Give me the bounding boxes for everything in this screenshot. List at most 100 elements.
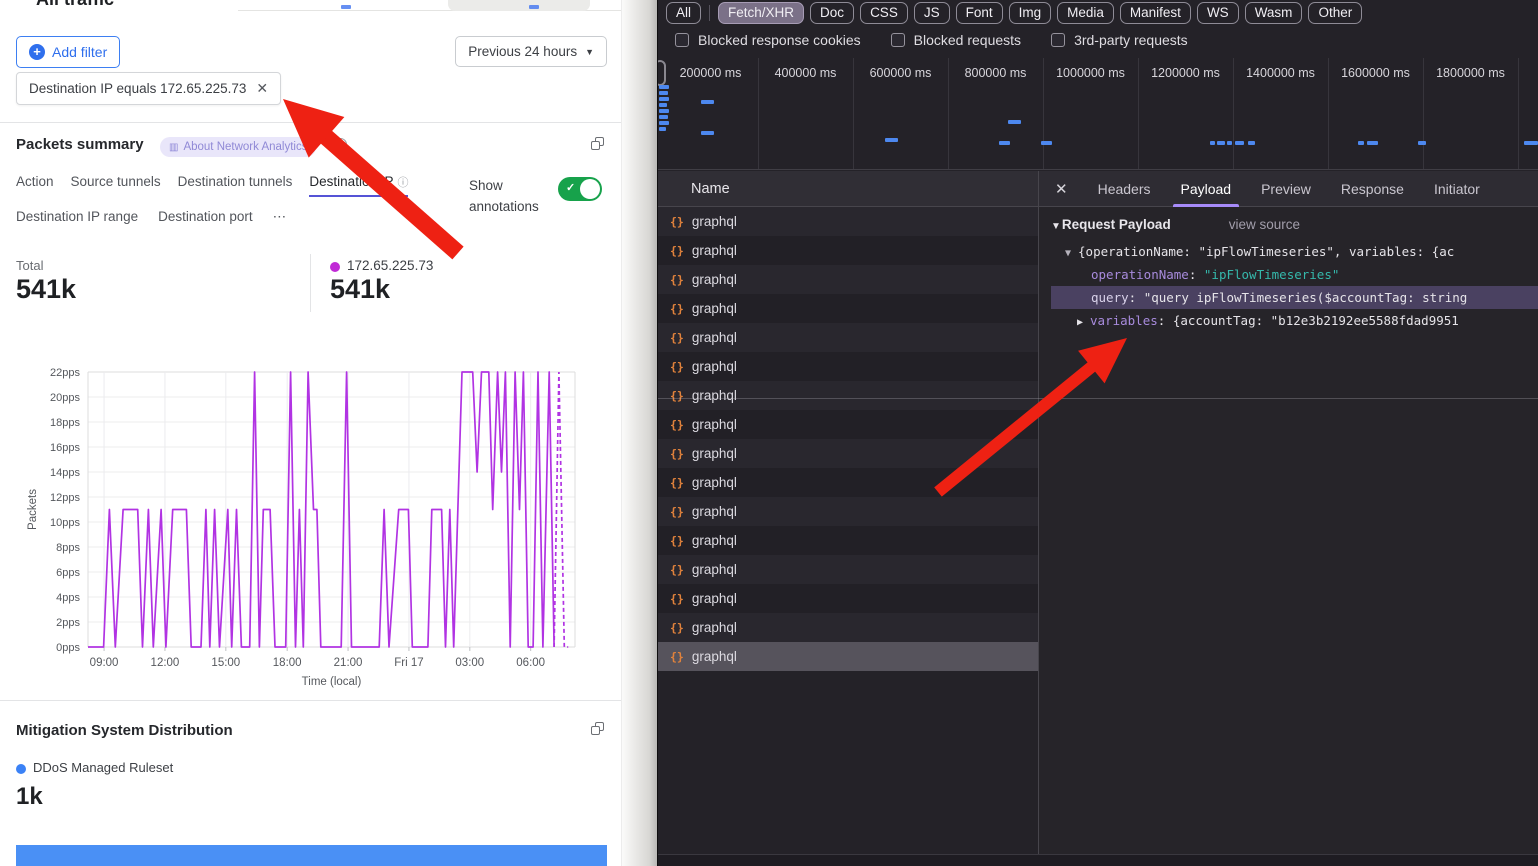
timeline-request-mark (659, 103, 667, 107)
detail-tab-initiator[interactable]: Initiator (1434, 171, 1480, 207)
checkbox-box[interactable] (1051, 33, 1065, 47)
request-name: graphql (692, 330, 737, 345)
packets-tab-action[interactable]: Action (16, 174, 54, 197)
svg-text:2pps: 2pps (56, 617, 80, 629)
svg-text:12pps: 12pps (50, 492, 80, 504)
collapse-triangle-icon[interactable]: ▼ (1065, 248, 1071, 259)
filter-pill-doc[interactable]: Doc (810, 2, 854, 24)
svg-text:Fri 17: Fri 17 (394, 657, 423, 669)
timeline-request-mark (1217, 141, 1225, 145)
request-row[interactable]: {} graphql (658, 323, 1038, 352)
checkbox-blocked-requests[interactable]: Blocked requests (891, 32, 1021, 48)
view-source-link[interactable]: view source (1229, 217, 1300, 232)
payload-preview-line[interactable]: ▼{operationName: "ipFlowTimeseries", var… (1051, 240, 1538, 263)
request-row[interactable]: {}graphql (658, 410, 1038, 439)
request-payload-title[interactable]: ▼Request Payload (1051, 217, 1171, 232)
time-range-dropdown[interactable]: Previous 24 hours ▼ (455, 36, 607, 67)
request-row[interactable]: {}graphql (658, 526, 1038, 555)
timeline-label: 1600000 ms (1341, 66, 1410, 80)
filter-pill-media[interactable]: Media (1057, 2, 1114, 24)
devtools-network-panel: All Fetch/XHR Doc CSS JS Font ImgMedia Manifest… (657, 0, 1538, 866)
payload-variables-line[interactable]: ▶variables: {accountTag: "b12e3b2192ee55… (1051, 309, 1538, 332)
show-annotations-toggle[interactable]: ✓ (558, 177, 602, 201)
detail-tab-payload[interactable]: Payload (1181, 171, 1232, 207)
remove-filter-icon[interactable]: ✕ (256, 80, 268, 97)
filter-pill-all[interactable]: All (666, 2, 701, 24)
timeline-drag-handle[interactable] (658, 60, 666, 86)
svg-text:10pps: 10pps (50, 517, 80, 529)
timeline-request-mark (1210, 141, 1215, 145)
filter-pill-img[interactable]: Img (1009, 2, 1052, 24)
packets-tab-destination-port[interactable]: Destination port (158, 209, 253, 232)
book-icon: ▥ (169, 142, 178, 153)
request-row[interactable]: {}graphql (658, 381, 1038, 410)
request-row[interactable]: {}graphql (658, 555, 1038, 584)
request-row[interactable]: {}graphql (658, 439, 1038, 468)
svg-text:12:00: 12:00 (151, 657, 180, 669)
packets-tab-destination-ip-range[interactable]: Destination IP range (16, 209, 138, 232)
packets-tab-source-tunnels[interactable]: Source tunnels (71, 174, 161, 197)
detail-tab-response[interactable]: Response (1341, 171, 1404, 207)
check-icon: ✓ (566, 181, 575, 194)
packets-tab-destination-tunnels[interactable]: Destination tunnels (178, 174, 293, 197)
add-filter-button[interactable]: + Add filter (16, 36, 120, 68)
filter-pill-font[interactable]: Font (956, 2, 1003, 24)
request-name: graphql (692, 359, 737, 374)
request-detail-pane: ✕ Headers Payload Preview Response Initiator… (1039, 171, 1538, 854)
detail-tab-headers[interactable]: Headers (1098, 171, 1151, 207)
request-row[interactable]: {}graphql (658, 613, 1038, 642)
divider (310, 254, 311, 312)
filter-pill-manifest[interactable]: Manifest (1120, 2, 1191, 24)
total-label: Total (16, 258, 43, 273)
payload-panel: ▼Request Payload view source ▼{operation… (1039, 207, 1538, 332)
packets-tab-⋯[interactable]: ⋯ (273, 209, 287, 232)
filter-chip[interactable]: Destination IP equals 172.65.225.73 ✕ (16, 72, 281, 105)
close-icon[interactable]: ✕ (1039, 180, 1083, 198)
filter-pill-wasm[interactable]: Wasm (1245, 2, 1303, 24)
expand-triangle-icon[interactable]: ▶ (1077, 317, 1083, 328)
about-network-analytics-badge[interactable]: ▥ About Network Analytics (160, 137, 316, 157)
timeline-gridline (853, 58, 854, 169)
request-name: graphql (692, 243, 737, 258)
detail-tab-preview[interactable]: Preview (1261, 171, 1311, 207)
timeline-request-mark (1235, 141, 1244, 145)
packets-tab-destination-ip[interactable]: Destination IPⓘ (309, 174, 408, 197)
resource-type-filters: All Fetch/XHR Doc CSS JS Font ImgMedia Manifest… (666, 2, 1362, 24)
request-row[interactable]: {}graphql (658, 642, 1038, 671)
json-request-icon: {} (670, 650, 684, 664)
filter-pill-fetch-xhr[interactable]: Fetch/XHR (718, 2, 804, 24)
svg-text:09:00: 09:00 (90, 657, 119, 669)
request-name: graphql (692, 272, 737, 287)
checkbox-3rd-party-requests[interactable]: 3rd-party requests (1051, 32, 1188, 48)
timeline-request-mark (1008, 120, 1021, 124)
timeline-label: 800000 ms (965, 66, 1027, 80)
request-row[interactable]: {}graphql (658, 468, 1038, 497)
svg-text:18:00: 18:00 (273, 657, 302, 669)
request-row[interactable]: {}graphql (658, 584, 1038, 613)
json-request-icon: {} (670, 331, 684, 345)
json-request-icon: {} (670, 244, 684, 258)
request-row[interactable]: {}graphql (658, 294, 1038, 323)
request-name: graphql (692, 301, 737, 316)
request-row[interactable]: {}graphql (658, 497, 1038, 526)
name-column-header[interactable]: Name (658, 171, 1039, 207)
page-title: All traffic (36, 0, 114, 10)
expand-card-icon[interactable] (591, 137, 604, 150)
filter-pill-other[interactable]: Other (1308, 2, 1362, 24)
filter-pill-ws[interactable]: WS (1197, 2, 1239, 24)
filter-pill-css[interactable]: CSS (860, 2, 908, 24)
request-row[interactable]: {} graphql (658, 236, 1038, 265)
checkbox-box[interactable] (891, 33, 905, 47)
checkbox-blocked-response-cookies[interactable]: Blocked response cookies (675, 32, 861, 48)
filter-pill-js[interactable]: JS (914, 2, 950, 24)
payload-query-line[interactable]: query: "query ipFlowTimeseries($accountT… (1051, 286, 1538, 309)
timeline-request-mark (999, 141, 1010, 145)
expand-card-icon[interactable] (591, 722, 604, 735)
request-list-empty-area (658, 671, 1039, 854)
network-overview-timeline[interactable]: 200000 ms400000 ms600000 ms800000 ms1000… (658, 58, 1538, 170)
top-clipped-link (341, 5, 351, 9)
checkbox-box[interactable] (675, 33, 689, 47)
request-row[interactable]: {}graphql (658, 352, 1038, 381)
request-row[interactable]: {}graphql (658, 265, 1038, 294)
request-row[interactable]: {}graphql (658, 207, 1038, 236)
